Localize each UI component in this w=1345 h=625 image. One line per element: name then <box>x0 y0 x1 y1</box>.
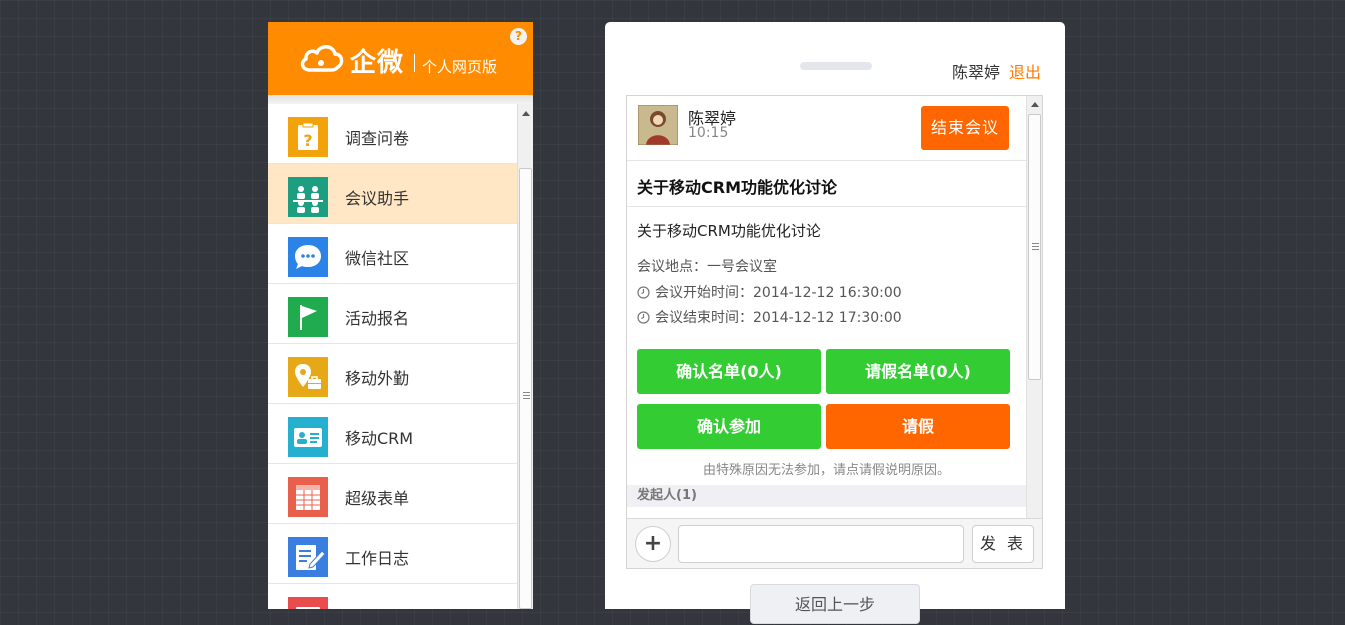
brand-subtitle: 个人网页版 <box>422 58 498 76</box>
meeting-start-text: 会议开始时间：2014-12-12 16:30:00 <box>655 285 902 301</box>
content-scrollbar[interactable] <box>1026 96 1042 518</box>
phone-panel: 陈翠婷 退出 陈翠婷 10:15 结束会议 关于移动CRM功能优化讨论 关于移动… <box>605 22 1065 624</box>
calendar-icon <box>288 597 328 609</box>
menu-item-survey[interactable]: ? 调查问卷 <box>268 104 517 164</box>
header-divider <box>268 95 533 104</box>
menu-item-event-signup[interactable]: 活动报名 <box>268 284 517 344</box>
publish-button[interactable]: 发 表 <box>972 525 1034 563</box>
menu-item-label: 移动CRM <box>345 429 414 448</box>
menu-item-super-form[interactable]: 超级表单 <box>268 464 517 524</box>
post-header: 陈翠婷 10:15 结束会议 <box>627 96 1026 161</box>
back-button[interactable]: 返回上一步 <box>750 584 920 624</box>
menu-item-label: 活动报名 <box>345 309 410 328</box>
menu-item-label: 微信社区 <box>345 249 410 268</box>
current-user-name: 陈翠婷 <box>952 63 1001 82</box>
meeting-title: 关于移动CRM功能优化讨论 <box>637 178 837 197</box>
clock-icon <box>637 286 650 299</box>
brand-divider <box>414 54 415 72</box>
menu-item-label: 会议助手 <box>345 189 410 208</box>
meeting-end-time: 会议结束时间：2014-12-12 17:30:00 <box>637 307 902 327</box>
grip-line <box>1032 246 1039 247</box>
end-meeting-button[interactable]: 结束会议 <box>921 106 1009 150</box>
meeting-detail-screen: 陈翠婷 10:15 结束会议 关于移动CRM功能优化讨论 关于移动CRM功能优化… <box>626 95 1043 569</box>
comment-input[interactable] <box>678 525 964 563</box>
meeting-detail-content: 陈翠婷 10:15 结束会议 关于移动CRM功能优化讨论 关于移动CRM功能优化… <box>627 96 1026 516</box>
brand-name: 企微 <box>350 48 405 78</box>
meeting-location-text: 会议地点：一号会议室 <box>637 259 777 275</box>
menu-item-mobile-crm[interactable]: 移动CRM <box>268 404 517 464</box>
clock-icon <box>637 311 650 324</box>
content-scroll-thumb[interactable] <box>1028 114 1041 380</box>
menu-item-partial[interactable] <box>268 584 517 609</box>
meeting-location: 会议地点：一号会议室 <box>637 256 777 276</box>
title-divider <box>627 206 1026 207</box>
request-leave-button[interactable]: 请假 <box>826 404 1010 449</box>
comment-composer: + 发 表 <box>627 518 1042 568</box>
confirm-attend-button[interactable]: 确认参加 <box>637 404 821 449</box>
grip-line <box>523 395 530 396</box>
menu-item-label: 工作日志 <box>345 549 410 568</box>
survey-icon: ? <box>288 117 328 157</box>
menu-scrollbar[interactable] <box>517 104 533 609</box>
brand-header: 企微 个人网页版 ? <box>268 22 533 95</box>
chat-bubble-icon <box>288 237 328 277</box>
help-icon[interactable]: ? <box>510 28 527 45</box>
location-pin-icon <box>288 357 328 397</box>
menu-item-field-attendance[interactable]: 移动外勤 <box>268 344 517 404</box>
cloud-logo-icon <box>300 45 344 72</box>
meeting-icon <box>288 177 328 217</box>
app-menu-panel: 企微 个人网页版 ? ? 调查问卷 会议助手 微信社区 活动报名 移动外勤 移动… <box>268 22 533 609</box>
menu-item-work-log[interactable]: 工作日志 <box>268 524 517 584</box>
menu-scroll-thumb[interactable] <box>519 168 532 609</box>
post-time: 10:15 <box>688 125 729 141</box>
contact-card-icon <box>288 417 328 457</box>
grip-line <box>523 392 530 393</box>
scroll-up-arrow-icon[interactable] <box>1031 102 1039 107</box>
flag-icon <box>288 297 328 337</box>
grip-line <box>523 398 530 399</box>
avatar[interactable] <box>638 105 678 145</box>
grip-line <box>1032 249 1039 250</box>
grip-line <box>1032 243 1039 244</box>
phone-speaker <box>800 62 872 70</box>
menu-item-label: 超级表单 <box>345 489 410 508</box>
add-attachment-button[interactable]: + <box>635 526 671 562</box>
meeting-description: 关于移动CRM功能优化讨论 <box>637 222 821 240</box>
initiator-section-header[interactable]: 发起人(1) <box>627 485 1026 507</box>
svg-text:?: ? <box>303 131 312 150</box>
leave-hint-text: 由特殊原因无法参加，请点请假说明原因。 <box>702 463 950 478</box>
menu-item-label: 调查问卷 <box>345 129 410 148</box>
menu-item-label: 移动外勤 <box>345 369 410 388</box>
spreadsheet-icon <box>288 477 328 517</box>
meeting-start-time: 会议开始时间：2014-12-12 16:30:00 <box>637 282 902 302</box>
confirmed-list-button[interactable]: 确认名单(0人) <box>637 349 821 394</box>
meeting-end-text: 会议结束时间：2014-12-12 17:30:00 <box>655 310 902 326</box>
scroll-up-arrow-icon[interactable] <box>522 111 530 116</box>
leave-list-button[interactable]: 请假名单(0人) <box>826 349 1010 394</box>
menu-item-meeting-assistant[interactable]: 会议助手 <box>268 164 517 224</box>
app-menu-list: ? 调查问卷 会议助手 微信社区 活动报名 移动外勤 移动CRM 超级表单 工作… <box>268 104 517 609</box>
journal-edit-icon <box>288 537 328 577</box>
menu-item-wechat-community[interactable]: 微信社区 <box>268 224 517 284</box>
logout-link[interactable]: 退出 <box>1009 59 1041 83</box>
